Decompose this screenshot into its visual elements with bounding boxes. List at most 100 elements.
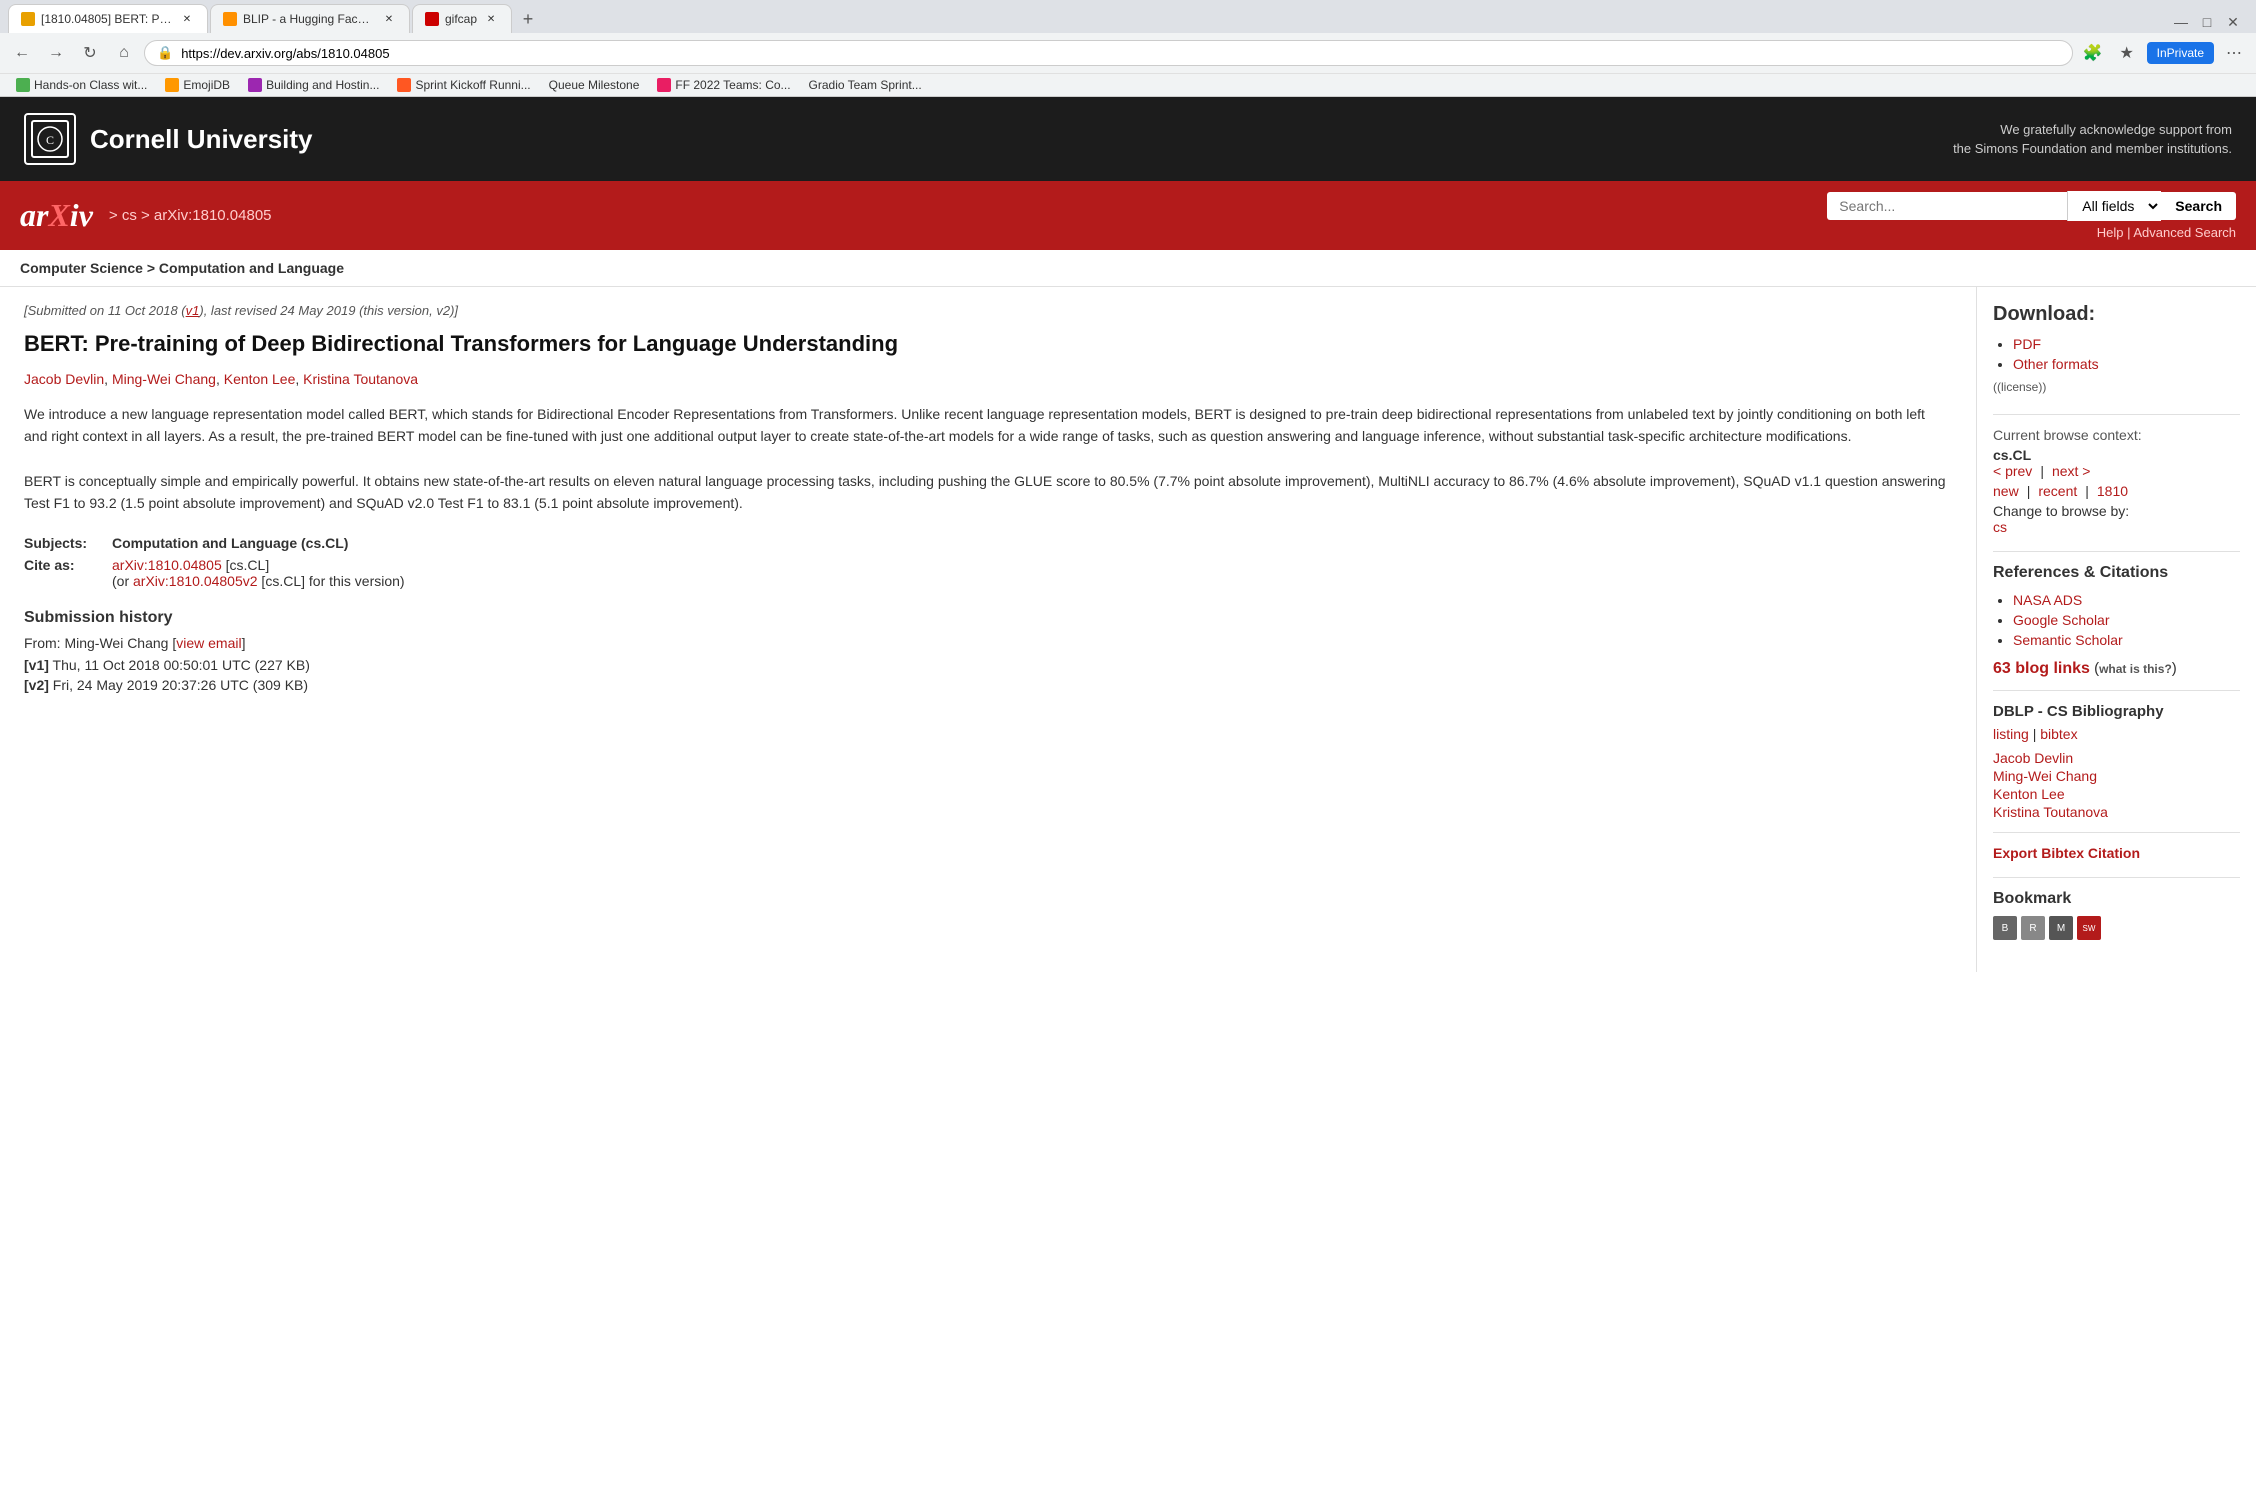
bookmark-queue[interactable]: Queue Milestone	[541, 76, 648, 94]
tab-favicon-blip	[223, 12, 237, 26]
cornell-university-name: Cornell University	[90, 124, 313, 155]
semantic-scholar-link[interactable]: Semantic Scholar	[2013, 632, 2123, 648]
new-tab-button[interactable]: +	[514, 5, 542, 33]
bookmark-icons: B R M SW	[1993, 916, 2240, 940]
bookmark-icon-2[interactable]: R	[2021, 916, 2045, 940]
arxiv-search-input[interactable]	[1827, 192, 2067, 220]
author-chang[interactable]: Ming-Wei Chang	[112, 371, 216, 387]
breadcrumb-cs[interactable]: Computer Science	[20, 260, 143, 276]
cornell-header: C Cornell University We gratefully ackno…	[0, 97, 2256, 181]
google-scholar-link[interactable]: Google Scholar	[2013, 612, 2110, 628]
v1-link[interactable]: v1	[186, 303, 200, 318]
refs-list: NASA ADS Google Scholar Semantic Scholar	[1993, 592, 2240, 648]
dblp-authors: Jacob Devlin Ming-Wei Chang Kenton Lee K…	[1993, 750, 2240, 820]
bookmark-icon-4[interactable]: SW	[2077, 916, 2101, 940]
close-window-button[interactable]: ✕	[2222, 11, 2244, 33]
prev-link[interactable]: < prev	[1993, 463, 2032, 479]
bookmark-icon-3[interactable]: M	[2049, 916, 2073, 940]
cite-label: Cite as:	[24, 557, 104, 589]
tab-favicon-arxiv	[21, 12, 35, 26]
refs-title: References & Citations	[1993, 564, 2240, 582]
refresh-button[interactable]: ↻	[76, 39, 104, 67]
author-toutanova[interactable]: Kristina Toutanova	[303, 371, 418, 387]
bookmark-label-7: Gradio Team Sprint...	[809, 78, 922, 92]
tab-arxiv[interactable]: [1810.04805] BERT: Pre-training... ✕	[8, 4, 208, 33]
cite-link[interactable]: arXiv:1810.04805	[112, 557, 222, 573]
nasa-ads-link[interactable]: NASA ADS	[2013, 592, 2082, 608]
author-devlin[interactable]: Jacob Devlin	[24, 371, 104, 387]
browse-cs-link[interactable]: cs	[1993, 519, 2007, 535]
browse-links-2: new | recent | 1810	[1993, 483, 2240, 499]
address-input[interactable]: https://dev.arxiv.org/abs/1810.04805	[181, 46, 2059, 61]
bookmark-ff2022[interactable]: FF 2022 Teams: Co...	[649, 76, 798, 94]
bookmark-favicon-1	[16, 78, 30, 92]
bookmark-icon-1[interactable]: B	[1993, 916, 2017, 940]
tab-blip[interactable]: BLIP - a Hugging Face Space by ✕	[210, 4, 410, 33]
address-bar[interactable]: 🔒 https://dev.arxiv.org/abs/1810.04805	[144, 40, 2073, 66]
blog-links-count[interactable]: 63 blog links	[1993, 660, 2090, 677]
bookmark-label-1: Hands-on Class wit...	[34, 78, 147, 92]
cornell-support-text: We gratefully acknowledge support fromth…	[1953, 120, 2232, 159]
back-button[interactable]: ←	[8, 39, 36, 67]
license-anchor[interactable]: (license)	[1997, 380, 2042, 394]
inprivate-button[interactable]: InPrivate	[2147, 42, 2214, 64]
minimize-button[interactable]: —	[2170, 11, 2192, 33]
breadcrumb-section[interactable]: Computation and Language	[159, 260, 344, 276]
next-link[interactable]: next >	[2052, 463, 2091, 479]
forward-button[interactable]: →	[42, 39, 70, 67]
tab-close-arxiv[interactable]: ✕	[179, 11, 195, 27]
cite-v2-link[interactable]: arXiv:1810.04805v2	[133, 573, 258, 589]
settings-button[interactable]: ⋯	[2220, 39, 2248, 67]
author-lee[interactable]: Kenton Lee	[224, 371, 296, 387]
subjects-row: Subjects: Computation and Language (cs.C…	[24, 535, 1952, 551]
browser-chrome: [1810.04805] BERT: Pre-training... ✕ BLI…	[0, 0, 2256, 97]
browser-toolbar-right: 🧩 ★ InPrivate ⋯	[2079, 39, 2248, 67]
dblp-title: DBLP - CS Bibliography	[1993, 703, 2240, 720]
bookmark-label-6: FF 2022 Teams: Co...	[675, 78, 790, 92]
tab-title-gifcap: gifcap	[445, 12, 477, 26]
pdf-link[interactable]: PDF	[2013, 336, 2041, 352]
bookmark-label-4: Sprint Kickoff Runni...	[415, 78, 530, 92]
home-button[interactable]: ⌂	[110, 39, 138, 67]
bookmark-favicon-6	[657, 78, 671, 92]
pdf-item: PDF	[2013, 336, 2240, 352]
dblp-author-lee[interactable]: Kenton Lee	[1993, 786, 2240, 802]
export-bibtex-button[interactable]: Export Bibtex Citation	[1993, 845, 2240, 861]
extensions-button[interactable]: 🧩	[2079, 39, 2107, 67]
arxiv-fields-select[interactable]: All fields	[2067, 191, 2161, 221]
dblp-author-toutanova[interactable]: Kristina Toutanova	[1993, 804, 2240, 820]
dblp-author-chang[interactable]: Ming-Wei Chang	[1993, 768, 2240, 784]
tab-close-gifcap[interactable]: ✕	[483, 11, 499, 27]
bookmark-gradio[interactable]: Gradio Team Sprint...	[801, 76, 930, 94]
dblp-listing-link[interactable]: listing	[1993, 726, 2029, 742]
main-content: [Submitted on 11 Oct 2018 (v1), last rev…	[0, 287, 1976, 972]
bookmark-favicon-2	[165, 78, 179, 92]
svg-text:C: C	[46, 133, 54, 147]
bookmark-sprint[interactable]: Sprint Kickoff Runni...	[389, 76, 538, 94]
change-browse-label: Change to browse by: cs	[1993, 503, 2240, 535]
maximize-button[interactable]: □	[2196, 11, 2218, 33]
favorites-button[interactable]: ★	[2113, 39, 2141, 67]
arxiv-logo-x: X	[48, 197, 69, 233]
arxiv-path: > cs > arXiv:1810.04805	[109, 207, 272, 224]
address-bar-row: ← → ↻ ⌂ 🔒 https://dev.arxiv.org/abs/1810…	[0, 33, 2256, 73]
browse-id-link[interactable]: 1810	[2097, 483, 2128, 499]
bookmark-hands-on[interactable]: Hands-on Class wit...	[8, 76, 155, 94]
arxiv-help-link[interactable]: Help	[2097, 225, 2124, 240]
bookmark-emojidb[interactable]: EmojiDB	[157, 76, 238, 94]
tab-close-blip[interactable]: ✕	[381, 11, 397, 27]
dblp-author-devlin[interactable]: Jacob Devlin	[1993, 750, 2240, 766]
bookmarks-bar: Hands-on Class wit... EmojiDB Building a…	[0, 73, 2256, 96]
what-is-this-link[interactable]: what is this?	[2099, 662, 2172, 676]
dblp-bibtex-link[interactable]: bibtex	[2040, 726, 2077, 742]
bookmark-building[interactable]: Building and Hostin...	[240, 76, 387, 94]
recent-link[interactable]: recent	[2038, 483, 2077, 499]
arxiv-search-button[interactable]: Search	[2161, 192, 2236, 220]
new-link[interactable]: new	[1993, 483, 2019, 499]
other-formats-link[interactable]: Other formats	[2013, 356, 2099, 372]
view-email-link[interactable]: view email	[176, 635, 241, 651]
nasa-ads-item: NASA ADS	[2013, 592, 2240, 608]
tab-gifcap[interactable]: gifcap ✕	[412, 4, 512, 33]
arxiv-advanced-search-link[interactable]: Advanced Search	[2133, 225, 2236, 240]
tab-bar: [1810.04805] BERT: Pre-training... ✕ BLI…	[0, 0, 2256, 33]
